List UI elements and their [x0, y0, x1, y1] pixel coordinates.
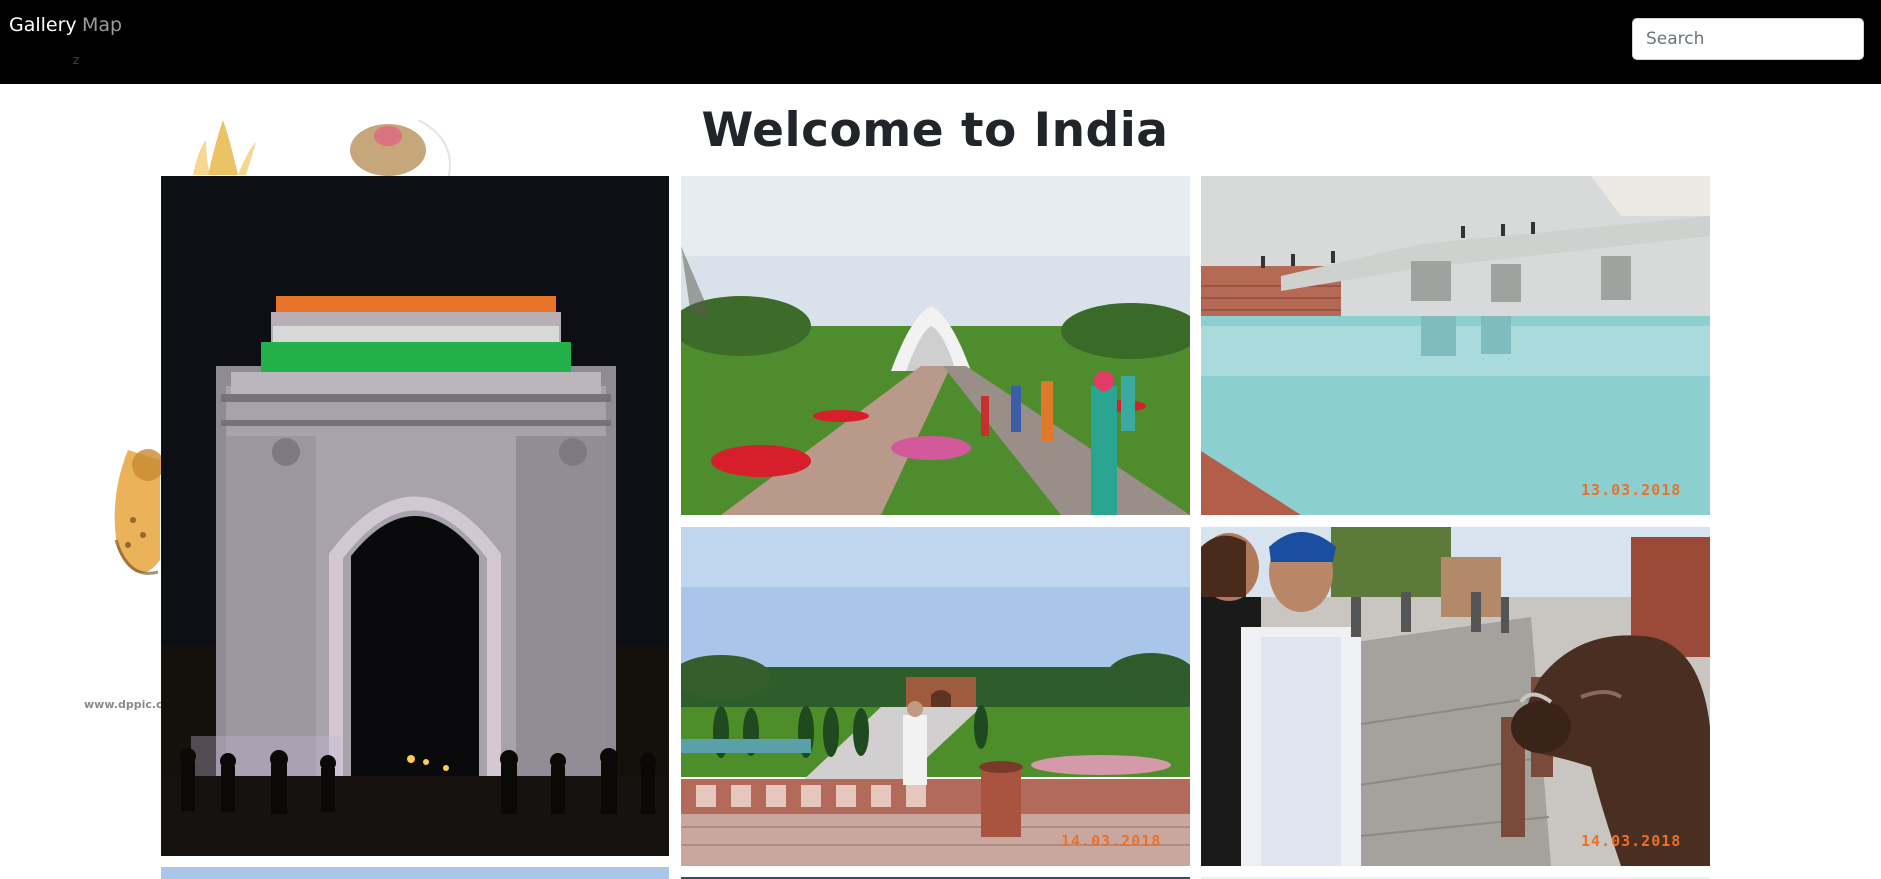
- gallery-photo-taj-garden[interactable]: 14.03.2018: [681, 527, 1190, 866]
- nav-map-link[interactable]: Map: [82, 14, 122, 36]
- gallery-photo-street-cow[interactable]: 14.03.2018: [1201, 527, 1710, 866]
- photo-date-stamp: 14.03.2018: [1061, 832, 1162, 850]
- gallery-photo-partial[interactable]: [161, 867, 669, 879]
- top-navbar: Gallery Map z: [0, 0, 1881, 84]
- background-watermark: www.dppic.co: [84, 698, 171, 711]
- gallery-photo-reflecting-pool[interactable]: 13.03.2018: [1201, 176, 1710, 515]
- gallery-photo-lotus-gardens[interactable]: [681, 176, 1190, 515]
- reflecting-pool-photo: [1201, 176, 1710, 515]
- taj-garden-photo: [681, 527, 1190, 866]
- photo-date-stamp: 14.03.2018: [1581, 832, 1682, 850]
- photo-date-stamp: 13.03.2018: [1581, 481, 1682, 499]
- lotus-gardens-photo: [681, 176, 1190, 515]
- nav-gallery-link[interactable]: Gallery: [9, 14, 77, 36]
- search-input[interactable]: [1632, 18, 1864, 60]
- street-cow-photo: [1201, 527, 1710, 866]
- gallery-photo-india-gate[interactable]: [161, 176, 669, 856]
- nav-hint-text: z: [73, 53, 80, 67]
- page-title: Welcome to India: [701, 103, 1169, 158]
- india-gate-photo: [161, 176, 669, 856]
